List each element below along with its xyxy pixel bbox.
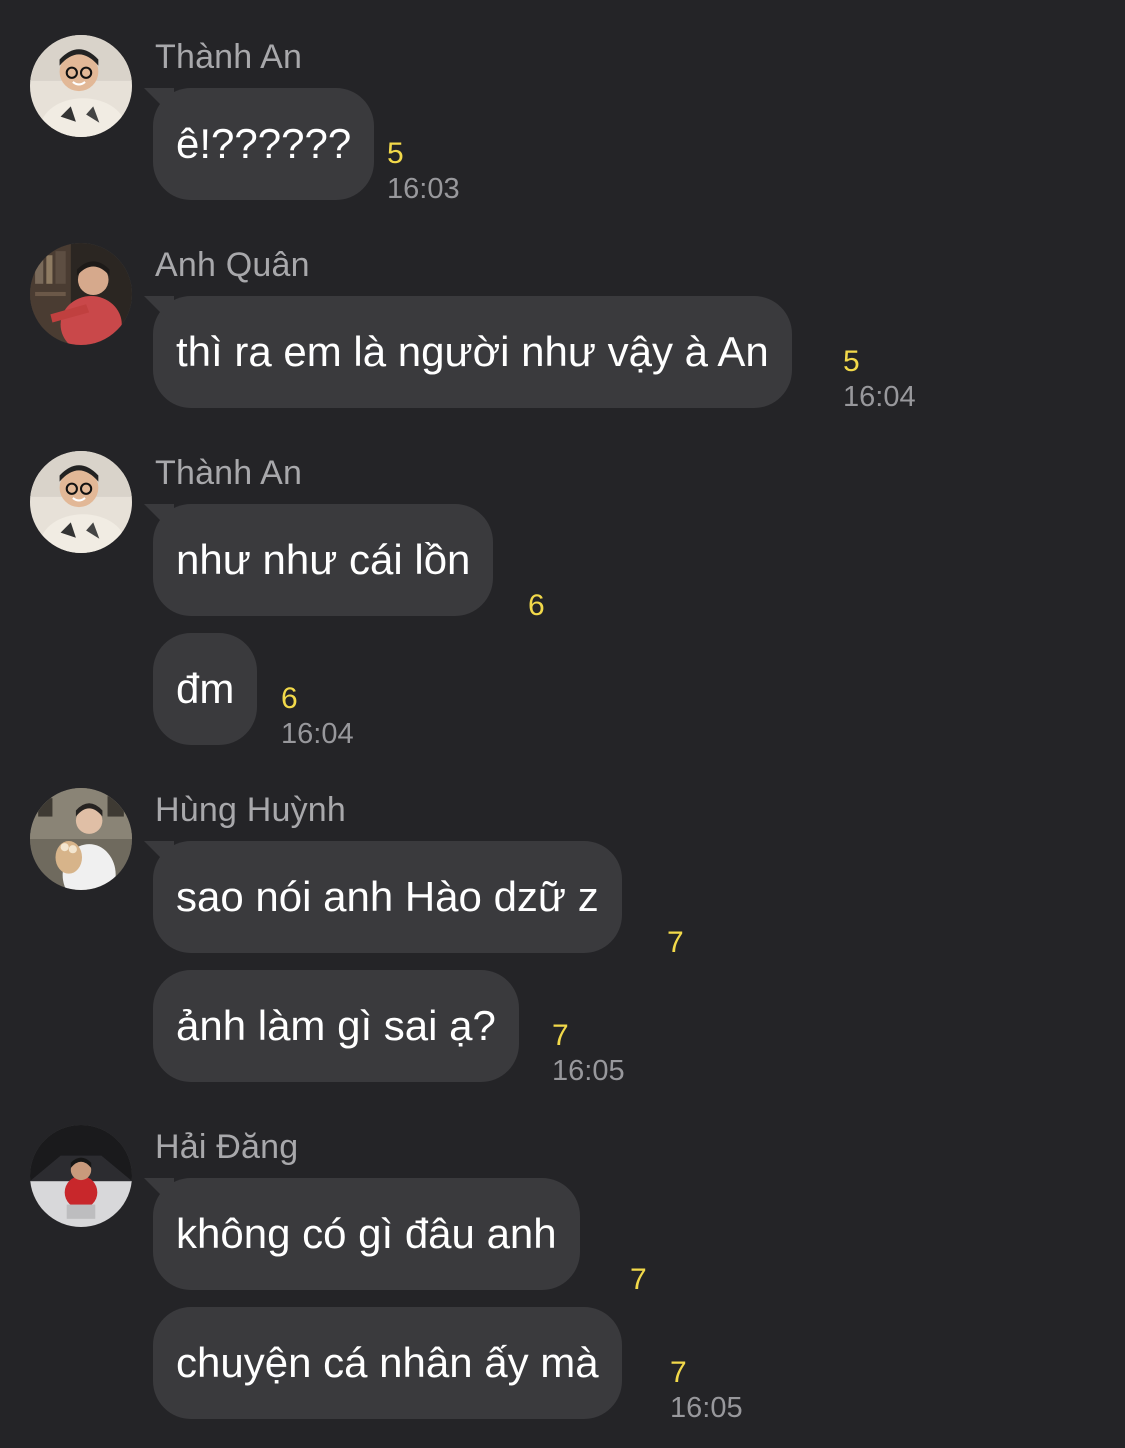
- message-bubble[interactable]: sao nói anh Hào dzữ z: [153, 841, 622, 953]
- message-time: 16:04: [843, 381, 916, 413]
- sender-name: Anh Quân: [155, 246, 310, 284]
- sender-name: Thành An: [155, 454, 303, 492]
- avatar-hung-huynh[interactable]: [30, 788, 132, 890]
- read-count: 7: [670, 1356, 687, 1389]
- avatar-thanh-an[interactable]: [30, 451, 132, 553]
- avatar-photo: [30, 35, 132, 137]
- read-count: 5: [843, 345, 860, 378]
- sender-name: Thành An: [155, 38, 303, 76]
- chat-message-list[interactable]: Thành An ê!?????? 5 16:03 Anh Quân thì r…: [0, 0, 1125, 1448]
- message-bubble[interactable]: không có gì đâu anh: [153, 1178, 580, 1290]
- message-text: sao nói anh Hào dzữ z: [176, 873, 599, 920]
- message-time: 16:05: [552, 1055, 625, 1087]
- message-text: như như cái lồn: [176, 536, 471, 583]
- message-bubble[interactable]: như như cái lồn: [153, 504, 494, 616]
- avatar-photo: [30, 243, 132, 345]
- avatar-photo: [30, 451, 132, 553]
- read-count: 6: [528, 589, 545, 622]
- message-text: chuyện cá nhân ấy mà: [176, 1339, 599, 1386]
- sender-name: Hùng Huỳnh: [155, 791, 347, 829]
- message-bubble[interactable]: đm: [153, 633, 258, 745]
- read-count: 7: [667, 926, 684, 959]
- read-count: 6: [281, 682, 298, 715]
- message-bubble[interactable]: ê!??????: [153, 88, 375, 200]
- message-bubble[interactable]: ảnh làm gì sai ạ?: [153, 970, 519, 1082]
- avatar-hai-dang[interactable]: [30, 1125, 132, 1227]
- message-bubble[interactable]: chuyện cá nhân ấy mà: [153, 1307, 622, 1419]
- avatar-photo: [30, 788, 132, 890]
- message-text: ê!??????: [176, 120, 352, 167]
- read-count: 7: [552, 1019, 569, 1052]
- read-count: 7: [630, 1263, 647, 1296]
- message-text: thì ra em là người như vậy à An: [176, 328, 769, 375]
- avatar-anh-quan[interactable]: [30, 243, 132, 345]
- read-count: 5: [387, 137, 404, 170]
- message-time: 16:03: [387, 173, 460, 205]
- message-text: đm: [176, 665, 235, 712]
- message-bubble[interactable]: thì ra em là người như vậy à An: [153, 296, 792, 408]
- message-text: ảnh làm gì sai ạ?: [176, 1002, 496, 1049]
- message-time: 16:05: [670, 1392, 743, 1424]
- message-text: không có gì đâu anh: [176, 1210, 557, 1257]
- message-time: 16:04: [281, 718, 354, 750]
- avatar-thanh-an[interactable]: [30, 35, 132, 137]
- avatar-photo: [30, 1125, 132, 1227]
- sender-name: Hải Đăng: [155, 1128, 299, 1166]
